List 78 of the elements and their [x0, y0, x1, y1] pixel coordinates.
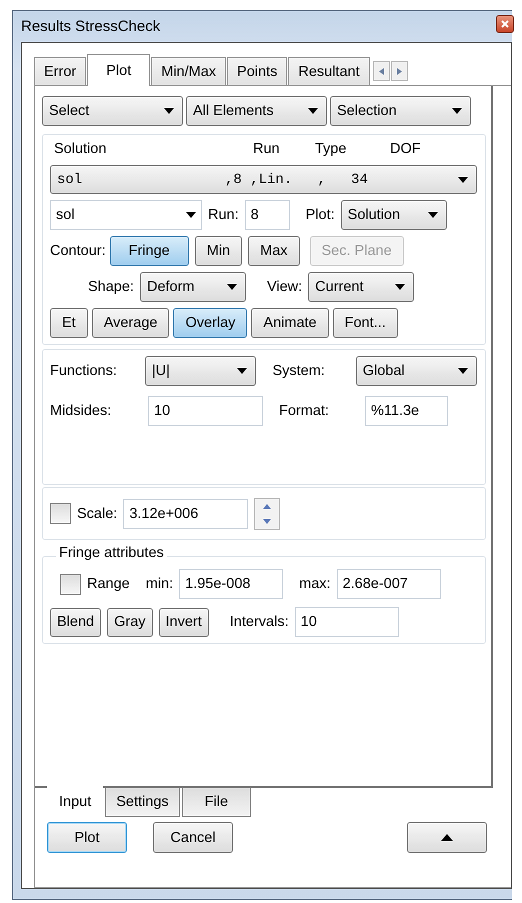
- tab[interactable]: Settings: [105, 788, 180, 817]
- system-dropdown[interactable]: Global: [356, 356, 477, 386]
- right-arrow-icon: [396, 68, 402, 74]
- contour-button[interactable]: Min: [194, 236, 242, 266]
- solution-name-dropdown[interactable]: sol: [50, 200, 202, 230]
- close-icon: [501, 20, 509, 28]
- functions-label: Functions:: [50, 363, 118, 379]
- scale-checkbox[interactable]: [50, 503, 71, 524]
- left-arrow-icon: [378, 68, 384, 74]
- tab[interactable]: Error: [34, 57, 86, 85]
- intervals-label: Intervals:: [230, 614, 289, 630]
- window-title: Results StressCheck: [21, 18, 160, 35]
- shape-dropdown[interactable]: Deform: [140, 272, 246, 302]
- intervals-field[interactable]: 10: [294, 607, 399, 637]
- tab[interactable]: Plot: [87, 54, 150, 86]
- collapse-button[interactable]: [407, 822, 487, 853]
- tab[interactable]: Points: [227, 57, 288, 85]
- plot-label: Plot:: [306, 207, 335, 223]
- caret-icon: [237, 368, 248, 374]
- format-field[interactable]: %11.3e: [365, 396, 448, 426]
- plot-dropdown[interactable]: Solution: [340, 200, 447, 230]
- view-label: View:: [266, 279, 302, 295]
- caret-icon: [164, 108, 174, 114]
- format-label: Format:: [279, 403, 330, 419]
- contour-label: Contour:: [50, 243, 106, 259]
- option-button[interactable]: Overlay: [173, 308, 248, 338]
- up-arrow-icon: [441, 834, 453, 841]
- view-dropdown[interactable]: Current: [308, 272, 414, 302]
- option-button[interactable]: Font...: [332, 308, 398, 338]
- column-header: Solution: [54, 141, 106, 157]
- system-label: System:: [272, 363, 326, 379]
- close-button[interactable]: [496, 15, 514, 33]
- action-button[interactable]: Cancel: [153, 822, 233, 853]
- functions-dropdown[interactable]: |U|: [144, 356, 256, 386]
- tab[interactable]: Resultant: [288, 57, 370, 85]
- tab[interactable]: Min/Max: [151, 57, 226, 85]
- max-label: max:: [299, 576, 331, 592]
- run-label: Run:: [208, 207, 239, 223]
- caret-icon: [395, 284, 406, 290]
- max-field[interactable]: 2.68e-007: [336, 569, 441, 599]
- caret-icon: [458, 368, 468, 374]
- contour-button[interactable]: Fringe: [110, 236, 189, 266]
- scale-field[interactable]: 3.12e+006: [123, 498, 248, 528]
- caret-icon: [458, 176, 468, 182]
- spinner[interactable]: [254, 498, 280, 530]
- scale-label: Scale:: [77, 506, 118, 522]
- color-mode-button[interactable]: Gray: [107, 608, 153, 636]
- min-field[interactable]: 1.95e-008: [179, 569, 284, 599]
- caret-icon: [308, 108, 318, 114]
- dropdown[interactable]: Selection: [330, 96, 471, 126]
- min-label: min:: [146, 576, 174, 592]
- dropdown[interactable]: Select: [42, 96, 183, 126]
- shape-label: Shape:: [88, 279, 134, 295]
- action-button[interactable]: Plot: [47, 822, 127, 853]
- dropdown[interactable]: All Elements: [186, 96, 327, 126]
- color-mode-button[interactable]: Blend: [50, 608, 102, 636]
- caret-icon: [186, 212, 196, 218]
- option-button[interactable]: Animate: [251, 308, 329, 338]
- contour-button[interactable]: Max: [248, 236, 300, 266]
- range-checkbox[interactable]: [60, 574, 81, 594]
- run-info-dropdown[interactable]: sol ,8 ,Lin. , 34: [50, 165, 477, 194]
- column-header: DOF: [390, 141, 421, 157]
- caret-icon: [226, 284, 237, 290]
- group-title: Fringe attributes: [56, 545, 167, 561]
- option-button[interactable]: Et: [50, 308, 88, 338]
- midsides-label: Midsides:: [50, 403, 112, 419]
- option-button[interactable]: Average: [92, 308, 170, 338]
- range-label: Range: [87, 576, 130, 592]
- midsides-field[interactable]: 10: [148, 396, 263, 426]
- caret-icon: [452, 108, 462, 114]
- scroll-right-button[interactable]: [390, 61, 408, 81]
- tab[interactable]: File: [182, 788, 252, 817]
- color-mode-button[interactable]: Invert: [158, 608, 209, 636]
- caret-icon: [428, 212, 438, 218]
- scroll-left-button[interactable]: [372, 61, 390, 81]
- run-field[interactable]: 8: [244, 200, 290, 230]
- column-header: Type: [315, 141, 346, 157]
- column-header: Run: [253, 141, 280, 157]
